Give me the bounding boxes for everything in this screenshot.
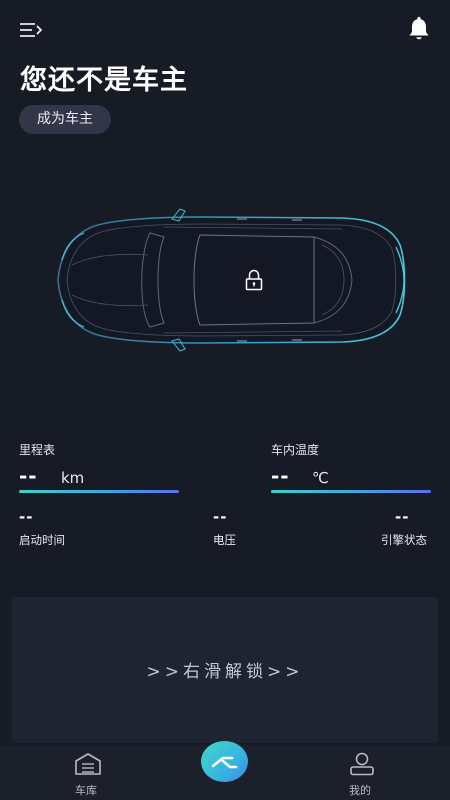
become-owner-button[interactable]: 成为车主 xyxy=(19,105,111,134)
voltage-value: -- xyxy=(213,508,228,526)
mileage-label: 里程表 xyxy=(19,443,56,457)
cabin-temp-value: -- xyxy=(271,464,290,488)
cabin-temp-unit: ℃ xyxy=(312,469,329,487)
engine-status-label: 引擎状态 xyxy=(381,533,427,547)
tab-garage[interactable]: 车库 xyxy=(58,749,118,799)
tab-garage-label: 车库 xyxy=(75,784,97,797)
cabin-temp-label: 车内温度 xyxy=(271,443,320,457)
tab-mine[interactable]: 我的 xyxy=(332,749,392,799)
menu-button[interactable] xyxy=(14,16,48,44)
lock-icon xyxy=(245,269,263,291)
voltage-label: 电压 xyxy=(213,533,236,547)
engine-status-value: -- xyxy=(395,508,410,526)
car-illustration xyxy=(52,205,410,355)
page-title: 您还不是车主 xyxy=(20,65,188,96)
slide-to-unlock[interactable]: >>右滑解锁>> xyxy=(12,597,438,743)
menu-icon xyxy=(20,23,43,37)
bell-icon xyxy=(409,16,429,40)
slide-to-unlock-text: >>右滑解锁>> xyxy=(146,662,304,682)
tab-mine-label: 我的 xyxy=(349,784,371,797)
cabin-temp-underline xyxy=(271,490,431,493)
center-brand-button[interactable] xyxy=(201,741,248,782)
mileage-unit: km xyxy=(61,469,85,487)
start-time-value: -- xyxy=(19,508,34,526)
notification-button[interactable] xyxy=(404,14,434,44)
mileage-value: -- xyxy=(19,464,38,488)
mileage-underline xyxy=(19,490,179,493)
start-time-label: 启动时间 xyxy=(19,533,65,547)
user-icon xyxy=(350,752,374,776)
garage-icon xyxy=(75,753,101,775)
brand-logo-icon xyxy=(211,756,238,769)
